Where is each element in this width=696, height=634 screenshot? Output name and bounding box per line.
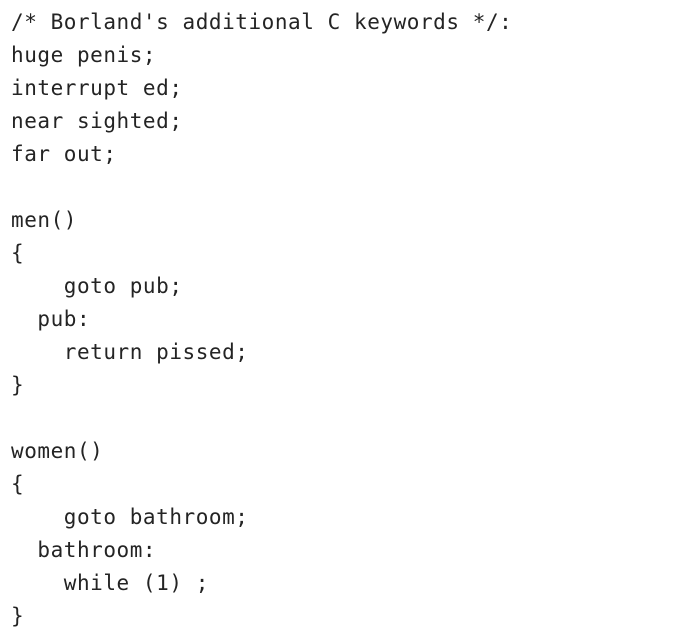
code-line: huge penis;: [11, 43, 157, 67]
code-line: pub:: [11, 307, 91, 331]
code-line: interrupt ed;: [11, 76, 183, 100]
code-listing: /* Borland's additional C keywords */: hu…: [11, 6, 512, 633]
code-line: }: [11, 373, 25, 397]
code-line: {: [11, 472, 25, 496]
code-line: goto pub;: [11, 274, 183, 298]
code-line: men(): [11, 208, 77, 232]
code-line: /* Borland's additional C keywords */:: [11, 10, 513, 34]
code-line: women(): [11, 439, 104, 463]
code-line: {: [11, 241, 25, 265]
code-line: goto bathroom;: [11, 505, 249, 529]
code-line: return pissed;: [11, 340, 249, 364]
code-line: while (1) ;: [11, 571, 209, 595]
code-line: far out;: [11, 142, 117, 166]
code-line: near sighted;: [11, 109, 183, 133]
code-line: }: [11, 604, 25, 628]
code-line: bathroom:: [11, 538, 157, 562]
